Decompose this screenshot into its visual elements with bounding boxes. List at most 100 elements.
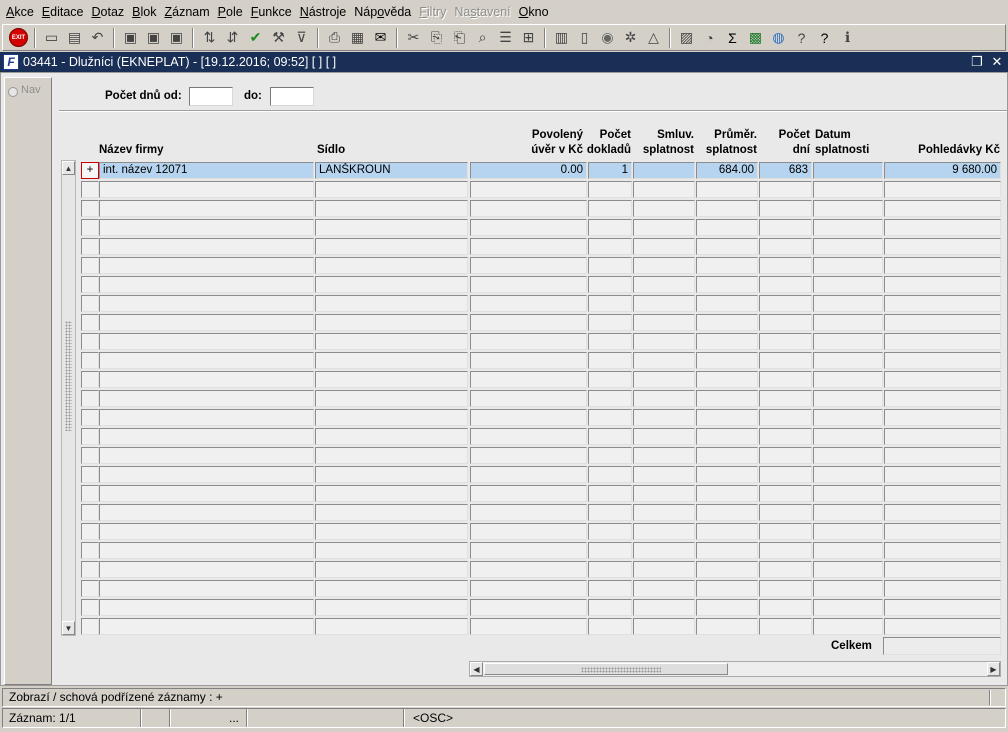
- cell-docs[interactable]: [588, 276, 632, 293]
- save-record-icon[interactable]: ▭: [41, 27, 62, 48]
- cell-due-date[interactable]: [813, 580, 883, 597]
- info-icon[interactable]: ℹ: [837, 27, 858, 48]
- clock-icon[interactable]: ◔: [699, 27, 720, 48]
- row-expand-toggle[interactable]: [81, 371, 99, 388]
- cell-name[interactable]: [99, 618, 314, 635]
- cell-avg[interactable]: [696, 542, 758, 559]
- cell-docs[interactable]: [588, 466, 632, 483]
- cell-seat[interactable]: [315, 276, 468, 293]
- cell-days[interactable]: [759, 561, 812, 578]
- cell-name[interactable]: [99, 181, 314, 198]
- cell-receivables[interactable]: [884, 219, 1001, 236]
- row-expand-toggle[interactable]: [81, 295, 99, 312]
- clipboard-icon[interactable]: ▥: [551, 27, 572, 48]
- cell-credit[interactable]: [470, 485, 587, 502]
- cell-seat[interactable]: [315, 580, 468, 597]
- cell-terms[interactable]: [633, 200, 695, 217]
- cell-name[interactable]: [99, 276, 314, 293]
- scroll-right-icon[interactable]: ▶: [987, 662, 1000, 676]
- mountain-icon[interactable]: △: [643, 27, 664, 48]
- cell-seat[interactable]: [315, 333, 468, 350]
- document-icon[interactable]: ▯: [574, 27, 595, 48]
- cell-days[interactable]: [759, 276, 812, 293]
- cell-receivables[interactable]: [884, 618, 1001, 635]
- print-form-icon[interactable]: ▤: [64, 27, 85, 48]
- cell-terms[interactable]: [633, 409, 695, 426]
- menu-napoveda[interactable]: Nápověda: [350, 0, 415, 24]
- cell-terms[interactable]: [633, 390, 695, 407]
- cell-credit[interactable]: [470, 428, 587, 445]
- cell-seat[interactable]: [315, 352, 468, 369]
- cell-docs[interactable]: [588, 580, 632, 597]
- row-expand-toggle[interactable]: [81, 485, 99, 502]
- cell-terms[interactable]: [633, 542, 695, 559]
- sum-icon[interactable]: Σ: [722, 27, 743, 48]
- excel-icon[interactable]: ▩: [745, 27, 766, 48]
- cell-docs[interactable]: [588, 314, 632, 331]
- row-expand-toggle[interactable]: [81, 181, 99, 198]
- cell-name[interactable]: [99, 238, 314, 255]
- cell-docs[interactable]: [588, 561, 632, 578]
- cell-credit[interactable]: [470, 200, 587, 217]
- menu-blok[interactable]: Blok: [128, 0, 160, 24]
- cell-terms[interactable]: [633, 504, 695, 521]
- exit-icon[interactable]: EXIT: [8, 27, 29, 48]
- cell-seat[interactable]: [315, 238, 468, 255]
- days-to-input[interactable]: [270, 87, 314, 106]
- cell-due-date[interactable]: [813, 314, 883, 331]
- cell-due-date[interactable]: [813, 219, 883, 236]
- cell-avg[interactable]: [696, 561, 758, 578]
- cell-seat[interactable]: [315, 599, 468, 616]
- cell-seat[interactable]: [315, 485, 468, 502]
- cell-avg[interactable]: [696, 580, 758, 597]
- days-from-input[interactable]: [189, 87, 233, 106]
- nav-radio[interactable]: [8, 87, 18, 97]
- cell-avg[interactable]: [696, 447, 758, 464]
- cell-avg[interactable]: [696, 219, 758, 236]
- cell-due-date[interactable]: [813, 561, 883, 578]
- cell-avg[interactable]: [696, 485, 758, 502]
- row-expand-toggle[interactable]: [81, 466, 99, 483]
- close-icon[interactable]: ✕: [990, 54, 1004, 69]
- cell-receivables[interactable]: [884, 466, 1001, 483]
- cell-receivables[interactable]: [884, 238, 1001, 255]
- menu-zaznam[interactable]: Záznam: [161, 0, 214, 24]
- cell-name[interactable]: [99, 485, 314, 502]
- cell-docs[interactable]: [588, 447, 632, 464]
- cell-days[interactable]: [759, 618, 812, 635]
- cell-receivables[interactable]: [884, 561, 1001, 578]
- cell-due-date[interactable]: [813, 466, 883, 483]
- cell-name[interactable]: [99, 333, 314, 350]
- cell-credit[interactable]: [470, 580, 587, 597]
- cell-name[interactable]: [99, 371, 314, 388]
- row-expand-toggle[interactable]: [81, 580, 99, 597]
- cell-avg[interactable]: [696, 257, 758, 274]
- cell-credit[interactable]: [470, 314, 587, 331]
- cell-days[interactable]: [759, 542, 812, 559]
- folder-delete-icon[interactable]: ▣: [166, 27, 187, 48]
- cell-days[interactable]: [759, 390, 812, 407]
- cell-terms[interactable]: [633, 219, 695, 236]
- globe-icon[interactable]: ◉: [597, 27, 618, 48]
- cell-seat[interactable]: [315, 409, 468, 426]
- cell-days[interactable]: [759, 352, 812, 369]
- cell-due-date[interactable]: [813, 238, 883, 255]
- cell-docs[interactable]: [588, 238, 632, 255]
- cell-docs[interactable]: [588, 428, 632, 445]
- cell-terms[interactable]: [633, 257, 695, 274]
- cell-credit[interactable]: [470, 523, 587, 540]
- cell-days[interactable]: [759, 219, 812, 236]
- row-expand-toggle[interactable]: [81, 352, 99, 369]
- cell-due-date[interactable]: [813, 523, 883, 540]
- cell-days[interactable]: [759, 466, 812, 483]
- cell-credit[interactable]: [470, 409, 587, 426]
- cell-credit[interactable]: [470, 238, 587, 255]
- row-expand-toggle[interactable]: [81, 599, 99, 616]
- cell-seat[interactable]: [315, 314, 468, 331]
- cell-docs[interactable]: [588, 333, 632, 350]
- cell-terms[interactable]: [633, 314, 695, 331]
- cell-docs[interactable]: [588, 352, 632, 369]
- help-icon[interactable]: ?: [791, 27, 812, 48]
- cell-avg[interactable]: [696, 276, 758, 293]
- wrench-icon[interactable]: ⚒: [268, 27, 289, 48]
